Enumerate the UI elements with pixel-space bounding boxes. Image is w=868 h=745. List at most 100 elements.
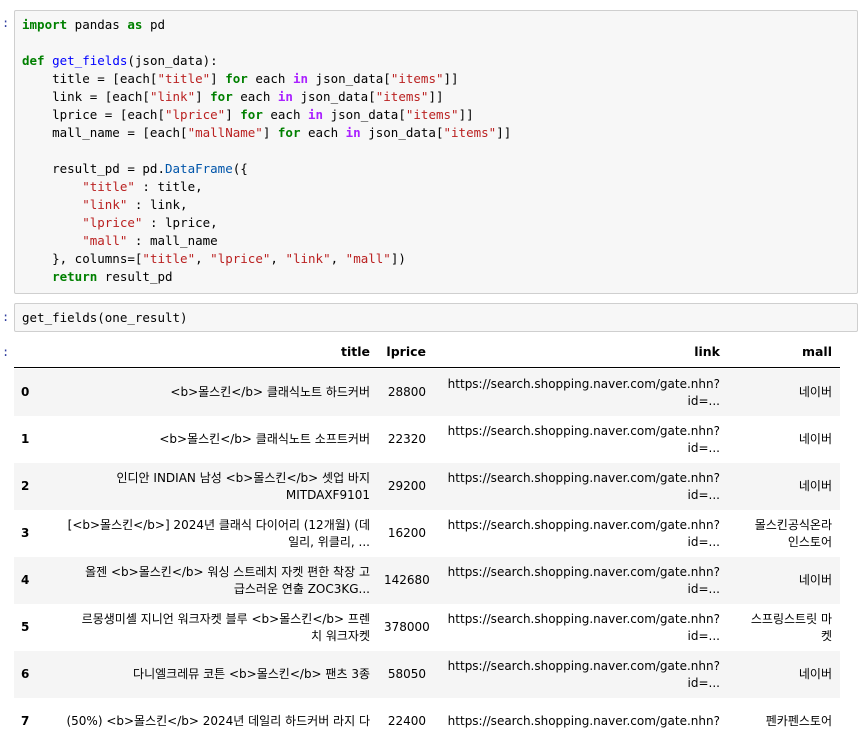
code-token: def bbox=[22, 53, 45, 68]
code-token: for bbox=[240, 107, 263, 122]
code-token: "lprice" bbox=[210, 251, 271, 266]
code-token: , bbox=[195, 251, 211, 266]
code-token: ]] bbox=[458, 107, 474, 122]
code-token: ]) bbox=[390, 251, 406, 266]
code-token: each bbox=[247, 71, 293, 86]
code-line: "title" : title, bbox=[22, 178, 203, 196]
code-token: ] bbox=[262, 125, 278, 140]
code-line: def get_fields(json_data): bbox=[22, 52, 218, 70]
code-line: get_fields(one_result) bbox=[22, 310, 188, 325]
row-index: 6 bbox=[21, 667, 30, 681]
code-line: "lprice" : lprice, bbox=[22, 214, 217, 232]
code-token: json_data[ bbox=[360, 125, 444, 140]
code-token: ({ bbox=[232, 161, 248, 176]
row-index: 2 bbox=[21, 479, 30, 493]
cell-title: 인디안 INDIAN 남성 <b>몰스킨</b> 셋업 바지 MITDAXF91… bbox=[116, 470, 370, 502]
cell-link: https://search.shopping.naver.com/gate.n… bbox=[447, 564, 720, 596]
code-token: result_pd bbox=[97, 269, 173, 284]
table-row: 5 르몽생미셸 지니언 워크자켓 블루 <b>몰스킨</b> 프렌 치 워크자켓 3… bbox=[14, 604, 840, 651]
row-index: 1 bbox=[21, 432, 30, 446]
code-token: "mall" bbox=[82, 233, 128, 248]
cell-mall: 스프링스트릿 마 켓 bbox=[750, 611, 832, 643]
output-prompt: : bbox=[2, 345, 10, 359]
code-token: ]] bbox=[496, 125, 512, 140]
code-token: ] bbox=[195, 89, 211, 104]
code-token: "title" bbox=[82, 179, 135, 194]
code-line: mall_name = [each["mallName"] for each i… bbox=[22, 124, 511, 142]
table-row: 0 <b>몰스킨</b> 클래식노트 하드커버 28800 https://searc… bbox=[14, 369, 840, 416]
cell-link: https://search.shopping.naver.com/gate.n… bbox=[447, 611, 720, 643]
cell-lprice: 142680 bbox=[384, 573, 430, 587]
row-index: 5 bbox=[21, 620, 30, 634]
code-token: as bbox=[127, 17, 143, 32]
code-cell-input[interactable]: get_fields(one_result) bbox=[14, 303, 858, 332]
cell-link: https://search.shopping.naver.com/gate.n… bbox=[447, 423, 720, 455]
row-index: 7 bbox=[21, 714, 30, 728]
column-header-lprice: lprice bbox=[386, 344, 426, 359]
code-token: lprice = [each[ bbox=[22, 107, 165, 122]
code-token: "link" bbox=[149, 89, 196, 104]
cell-title: [<b>몰스킨</b>] 2024년 클래식 다이어리 (12개월) (데 일리… bbox=[67, 517, 370, 549]
cell-title: <b>몰스킨</b> 클래식노트 소프트커버 bbox=[159, 432, 370, 446]
code-line: link = [each["link"] for each in json_da… bbox=[22, 88, 444, 106]
code-token: each bbox=[232, 89, 278, 104]
code-token: ]] bbox=[428, 89, 444, 104]
table-row: 1 <b>몰스킨</b> 클래식노트 소프트커버 22320 https://sear… bbox=[14, 416, 840, 463]
cell-link: https://search.shopping.naver.com/gate.n… bbox=[447, 714, 720, 728]
code-token: pandas bbox=[67, 17, 128, 32]
code-line: lprice = [each["lprice"] for each in jso… bbox=[22, 106, 474, 124]
cell-lprice: 29200 bbox=[387, 479, 426, 493]
code-token: json_data[ bbox=[308, 71, 391, 86]
code-token: , bbox=[330, 251, 346, 266]
code-token: each bbox=[262, 107, 309, 122]
code-token: }, columns=[ bbox=[22, 251, 143, 266]
cell-prompt: : bbox=[2, 310, 10, 324]
code-token: , bbox=[270, 251, 286, 266]
row-index: 3 bbox=[21, 526, 30, 540]
code-token: DataFrame bbox=[165, 161, 233, 176]
code-token: for bbox=[210, 89, 233, 104]
code-token: "items" bbox=[443, 125, 497, 140]
code-cell-input[interactable]: import pandas as pd def get_fields(json_d… bbox=[14, 10, 858, 294]
column-header-mall: mall bbox=[801, 344, 832, 359]
code-token: ] bbox=[210, 71, 226, 86]
code-token: "link" bbox=[285, 251, 331, 266]
row-index: 0 bbox=[21, 385, 30, 399]
code-line: import pandas as pd bbox=[22, 16, 165, 34]
code-token: each bbox=[300, 125, 346, 140]
cell-mall: 네이버 bbox=[798, 573, 832, 587]
cell-lprice: 22400 bbox=[387, 714, 426, 728]
cell-mall: 네이버 bbox=[798, 667, 832, 681]
table-row: 3 [<b>몰스킨</b>] 2024년 클래식 다이어리 (12개월) (데 일… bbox=[14, 510, 840, 557]
code-token: : title, bbox=[134, 179, 203, 194]
code-token: link = [each[ bbox=[22, 89, 150, 104]
code-line: title = [each["title"] for each in json_… bbox=[22, 70, 458, 88]
code-token: "title" bbox=[142, 251, 196, 266]
cell-title: 르몽생미셸 지니언 워크자켓 블루 <b>몰스킨</b> 프렌 치 워크자켓 bbox=[81, 611, 370, 643]
code-token: "mall" bbox=[345, 251, 391, 266]
code-token: for bbox=[277, 125, 301, 140]
cell-mall: 펜카펜스토어 bbox=[765, 714, 832, 728]
code-line: result_pd = pd.DataFrame({ bbox=[22, 160, 248, 178]
cell-mall: 몰스킨공식온라 인스토어 bbox=[754, 517, 832, 549]
cell-mall: 네이버 bbox=[798, 385, 832, 399]
code-token: title = [each[ bbox=[22, 71, 158, 86]
column-header-title: title bbox=[341, 344, 370, 359]
code-token: import bbox=[22, 17, 68, 32]
dataframe-header: title lprice link mall bbox=[14, 336, 840, 368]
cell-title: <b>몰스킨</b> 클래식노트 하드커버 bbox=[170, 385, 370, 399]
cell-lprice: 16200 bbox=[387, 526, 426, 540]
cell-title: (50%) <b>몰스킨</b> 2024년 데일리 하드커버 라지 다 bbox=[66, 714, 370, 728]
cell-link: https://search.shopping.naver.com/gate.n… bbox=[447, 658, 720, 690]
cell-lprice: 22320 bbox=[387, 432, 426, 446]
code-token: "lprice" bbox=[165, 107, 226, 122]
cell-lprice: 378000 bbox=[384, 620, 430, 634]
cell-mall: 네이버 bbox=[798, 479, 832, 493]
code-token: "title" bbox=[157, 71, 211, 86]
cell-lprice: 58050 bbox=[387, 667, 426, 681]
